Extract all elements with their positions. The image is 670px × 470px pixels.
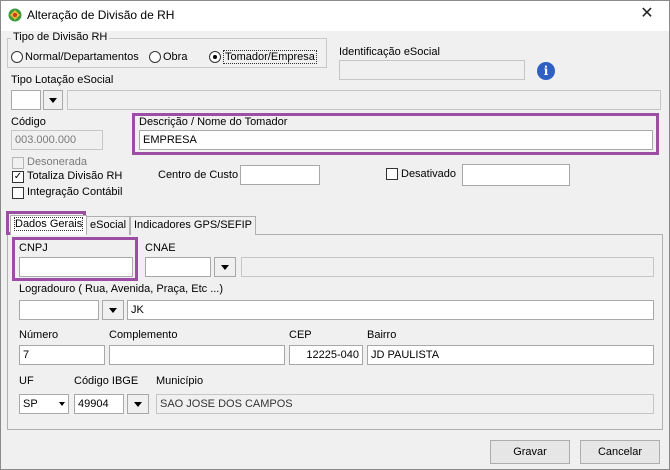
centro-custo-label: Centro de Custo (158, 169, 239, 181)
dialog-window: Alteração de Divisão de RH ✕ Tipo de Div… (0, 0, 670, 470)
title-bar: Alteração de Divisão de RH ✕ (1, 1, 669, 31)
desativado-label: Desativado (401, 168, 457, 180)
tab-dados-gerais-label: Dados Gerais (14, 217, 84, 231)
logradouro-label: Logradouro ( Rua, Avenida, Praça, Etc ..… (19, 283, 224, 295)
desativado-field[interactable] (462, 164, 570, 186)
complemento-label: Complemento (109, 329, 178, 341)
logradouro-tipo-dropdown-button[interactable] (102, 300, 124, 320)
app-icon (8, 8, 22, 22)
ibge-label: Código IBGE (74, 375, 139, 387)
radio-tomador[interactable] (209, 51, 221, 63)
complemento-field[interactable] (109, 345, 285, 365)
info-icon[interactable]: i (537, 62, 555, 80)
tipo-divisao-label: Tipo de Divisão RH (11, 31, 110, 43)
tab-esocial[interactable]: eSocial (86, 216, 131, 235)
close-button[interactable]: ✕ (627, 3, 667, 27)
uf-chevron-down-icon (59, 402, 65, 406)
codigo-label: Código (11, 116, 46, 128)
ibge-field[interactable]: 49904 (74, 394, 124, 414)
centro-custo-field[interactable] (240, 165, 320, 185)
cnpj-field[interactable] (19, 257, 133, 277)
cep-label: CEP (289, 329, 312, 341)
uf-select[interactable]: SP (19, 394, 69, 414)
cancelar-button[interactable]: Cancelar (580, 440, 660, 464)
codigo-field[interactable]: 003.000.000 (11, 130, 103, 150)
tab-dados-gerais[interactable]: Dados Gerais (10, 215, 88, 235)
close-icon: ✕ (640, 5, 654, 22)
window-title: Alteração de Divisão de RH (27, 8, 175, 22)
gravar-button[interactable]: Gravar (490, 440, 570, 464)
desonerada-label: Desonerada (27, 156, 87, 168)
logradouro-field[interactable]: JK (127, 300, 654, 320)
cnae-label: CNAE (145, 242, 176, 254)
tipo-lotacao-description (67, 90, 661, 110)
logradouro-tipo-field[interactable] (19, 300, 99, 320)
cnae-field[interactable] (145, 257, 211, 277)
ibge-dropdown-button[interactable] (127, 394, 149, 414)
uf-label: UF (19, 375, 34, 387)
tipo-lotacao-label: Tipo Lotação eSocial (11, 74, 114, 86)
identificacao-field[interactable] (339, 60, 525, 80)
tab-indicadores-label: Indicadores GPS/SEFIP (134, 219, 252, 231)
radio-tomador-label: Tomador/Empresa (223, 50, 317, 64)
municipio-label: Município (156, 375, 204, 387)
identificacao-label: Identificação eSocial (339, 46, 440, 58)
integracao-label: Integração Contábil (27, 186, 123, 198)
numero-label: Número (19, 329, 59, 341)
bairro-label: Bairro (367, 329, 397, 341)
descricao-field[interactable]: EMPRESA (139, 130, 653, 150)
cep-field[interactable]: 12225-040 (289, 345, 363, 365)
bairro-field[interactable]: JD PAULISTA (367, 345, 654, 365)
radio-normal[interactable] (11, 51, 23, 63)
totaliza-checkbox[interactable]: ✓ (12, 171, 24, 183)
desonerada-checkbox[interactable] (12, 157, 24, 169)
cnae-description (241, 257, 654, 277)
tipo-lotacao-dropdown-button[interactable] (43, 90, 63, 110)
radio-normal-label: Normal/Departamentos (25, 51, 139, 63)
integracao-checkbox[interactable] (12, 187, 24, 199)
cnpj-label: CNPJ (19, 242, 48, 254)
radio-obra[interactable] (149, 51, 161, 63)
cnae-dropdown-button[interactable] (214, 257, 236, 277)
descricao-label: Descrição / Nome do Tomador (139, 116, 288, 128)
desativado-checkbox[interactable] (386, 168, 398, 180)
tab-indicadores[interactable]: Indicadores GPS/SEFIP (130, 216, 256, 235)
radio-obra-label: Obra (163, 51, 188, 63)
totaliza-label: Totaliza Divisão RH (27, 170, 123, 182)
municipio-field: SAO JOSE DOS CAMPOS (156, 394, 654, 414)
tab-esocial-label: eSocial (90, 219, 127, 231)
uf-value: SP (23, 398, 38, 410)
tipo-lotacao-field[interactable] (11, 90, 41, 110)
numero-field[interactable]: 7 (19, 345, 105, 365)
